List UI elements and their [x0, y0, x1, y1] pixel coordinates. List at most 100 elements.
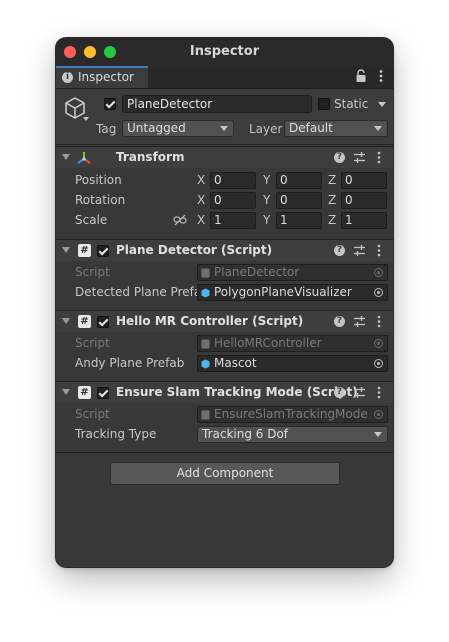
- object-picker-icon: [374, 410, 383, 419]
- plane-detector-header[interactable]: # Plane Detector (Script) ?: [56, 239, 393, 261]
- static-checkbox[interactable]: [318, 98, 330, 110]
- script-value: EnsureSlamTrackingMode: [214, 407, 368, 421]
- script-label: Script: [75, 407, 110, 421]
- title-bar: Inspector: [56, 38, 393, 66]
- position-row: Position X 0 Y 0 Z 0: [56, 171, 393, 191]
- scale-z-field[interactable]: 1: [341, 212, 387, 229]
- axis-y-label[interactable]: Y: [263, 193, 270, 207]
- gameobject-header: PlaneDetector Static Tag Untagged Layer …: [56, 89, 393, 145]
- script-field: HelloMRController: [197, 335, 388, 352]
- tracking-type-dropdown[interactable]: Tracking 6 Dof: [197, 426, 388, 443]
- scale-label: Scale: [75, 213, 108, 227]
- inspector-window: Inspector i Inspector PlaneDetector Stat…: [56, 38, 393, 567]
- axis-x-label[interactable]: X: [197, 213, 205, 227]
- axis-z-label[interactable]: Z: [328, 173, 336, 187]
- andy-plane-prefab-label: Andy Plane Prefab: [75, 356, 185, 370]
- tracking-type-row: Tracking Type Tracking 6 Dof: [56, 425, 393, 445]
- rotation-y-field[interactable]: 0: [276, 192, 322, 209]
- position-z-field[interactable]: 0: [341, 172, 387, 189]
- rotation-z-field[interactable]: 0: [341, 192, 387, 209]
- plane-detector-title: Plane Detector (Script): [116, 243, 273, 257]
- transform-icon: [77, 152, 91, 164]
- component-enabled-checkbox[interactable]: [97, 316, 109, 328]
- object-picker-icon[interactable]: [374, 359, 383, 368]
- gameobject-name-field[interactable]: PlaneDetector: [122, 95, 312, 113]
- script-value: PlaneDetector: [214, 265, 300, 279]
- presets-icon[interactable]: [353, 386, 366, 399]
- position-y-field[interactable]: 0: [276, 172, 322, 189]
- component-menu-icon[interactable]: [377, 386, 381, 399]
- scale-y-field[interactable]: 1: [276, 212, 322, 229]
- axis-y-label[interactable]: Y: [263, 173, 270, 187]
- tab-bar: i Inspector: [56, 66, 393, 89]
- component-menu-icon[interactable]: [377, 244, 381, 257]
- tab-label: Inspector: [78, 70, 134, 84]
- help-icon[interactable]: ?: [334, 152, 345, 163]
- script-label: Script: [75, 265, 110, 279]
- info-icon: i: [62, 72, 73, 83]
- script-value: HelloMRController: [214, 336, 322, 350]
- foldout-arrow-icon[interactable]: [62, 154, 70, 160]
- script-icon: #: [78, 244, 91, 257]
- object-picker-icon[interactable]: [374, 288, 383, 297]
- script-label: Script: [75, 336, 110, 350]
- lock-icon[interactable]: [355, 69, 367, 83]
- rotation-x-field[interactable]: 0: [210, 192, 256, 209]
- axis-z-label[interactable]: Z: [328, 213, 336, 227]
- add-component-button[interactable]: Add Component: [110, 462, 340, 485]
- hello-mr-controller-title: Hello MR Controller (Script): [116, 314, 304, 328]
- prefab-icon: [201, 288, 210, 298]
- tab-inspector[interactable]: i Inspector: [56, 66, 148, 88]
- axis-x-label[interactable]: X: [197, 173, 205, 187]
- andy-plane-prefab-value: Mascot: [214, 356, 257, 370]
- static-dropdown-arrow[interactable]: [378, 102, 386, 107]
- scale-row: Scale X 1 Y 1 Z 1: [56, 211, 393, 231]
- presets-icon[interactable]: [353, 315, 366, 328]
- scale-x-field[interactable]: 1: [210, 212, 256, 229]
- rotation-label: Rotation: [75, 193, 126, 207]
- script-file-icon: [201, 410, 210, 420]
- layer-dropdown[interactable]: Default: [284, 120, 388, 137]
- script-file-icon: [201, 268, 210, 278]
- tab-menu-icon[interactable]: [379, 69, 383, 83]
- hello-mr-controller-header[interactable]: # Hello MR Controller (Script) ?: [56, 310, 393, 332]
- transform-header[interactable]: Transform ?: [56, 146, 393, 168]
- component-enabled-checkbox[interactable]: [97, 245, 109, 257]
- foldout-arrow-icon[interactable]: [62, 389, 70, 395]
- script-icon: #: [78, 386, 91, 399]
- help-icon[interactable]: ?: [334, 245, 345, 256]
- rotation-row: Rotation X 0 Y 0 Z 0: [56, 191, 393, 211]
- tag-value: Untagged: [127, 121, 186, 135]
- foldout-arrow-icon[interactable]: [62, 247, 70, 253]
- active-checkbox[interactable]: [104, 98, 116, 110]
- component-menu-icon[interactable]: [377, 315, 381, 328]
- script-icon: #: [78, 315, 91, 328]
- slam-script-row: Script EnsureSlamTrackingMode: [56, 405, 393, 425]
- axis-x-label[interactable]: X: [197, 193, 205, 207]
- detected-plane-prefab-row: Detected Plane Prefa PolygonPlaneVisuali…: [56, 283, 393, 303]
- help-icon[interactable]: ?: [334, 316, 345, 327]
- help-icon[interactable]: ?: [334, 387, 345, 398]
- position-x-field[interactable]: 0: [210, 172, 256, 189]
- foldout-arrow-icon[interactable]: [62, 318, 70, 324]
- script-field: EnsureSlamTrackingMode: [197, 406, 388, 423]
- divider: [56, 452, 393, 453]
- andy-plane-prefab-field[interactable]: Mascot: [197, 355, 388, 372]
- position-label: Position: [75, 173, 122, 187]
- chevron-down-icon[interactable]: [83, 117, 89, 121]
- detected-plane-prefab-field[interactable]: PolygonPlaneVisualizer: [197, 284, 388, 301]
- presets-icon[interactable]: [353, 151, 366, 164]
- tag-dropdown[interactable]: Untagged: [122, 120, 234, 137]
- object-picker-icon: [374, 268, 383, 277]
- axis-z-label[interactable]: Z: [328, 193, 336, 207]
- script-file-icon: [201, 339, 210, 349]
- component-enabled-checkbox[interactable]: [97, 387, 109, 399]
- ensure-slam-tracking-header[interactable]: # Ensure Slam Tracking Mode (Script) ?: [56, 381, 393, 403]
- presets-icon[interactable]: [353, 244, 366, 257]
- component-menu-icon[interactable]: [377, 151, 381, 164]
- constrain-proportions-icon[interactable]: [173, 214, 187, 226]
- script-field: PlaneDetector: [197, 264, 388, 281]
- prefab-icon: [201, 359, 210, 369]
- axis-y-label[interactable]: Y: [263, 213, 270, 227]
- tracking-type-label: Tracking Type: [75, 427, 157, 441]
